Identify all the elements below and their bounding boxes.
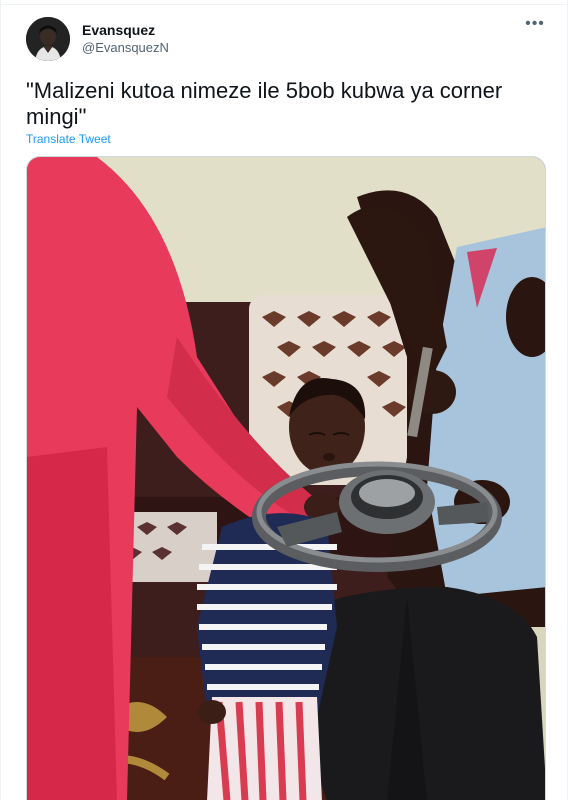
tweet-card: Evansquez @EvansquezN ••• "Malizeni kuto… [0,0,568,800]
avatar[interactable] [26,17,70,61]
divider [1,4,568,5]
more-horizontal-icon[interactable]: ••• [523,15,547,37]
author-handle[interactable]: @EvansquezN [82,40,169,55]
translate-tweet-link[interactable]: Translate Tweet [26,132,111,146]
author-name[interactable]: Evansquez [82,22,155,38]
tweet-photo[interactable] [26,156,546,800]
tweet-text: "Malizeni kutoa nimeze ile 5bob kubwa ya… [26,78,503,129]
tweet-header: Evansquez @EvansquezN ••• [26,15,549,63]
